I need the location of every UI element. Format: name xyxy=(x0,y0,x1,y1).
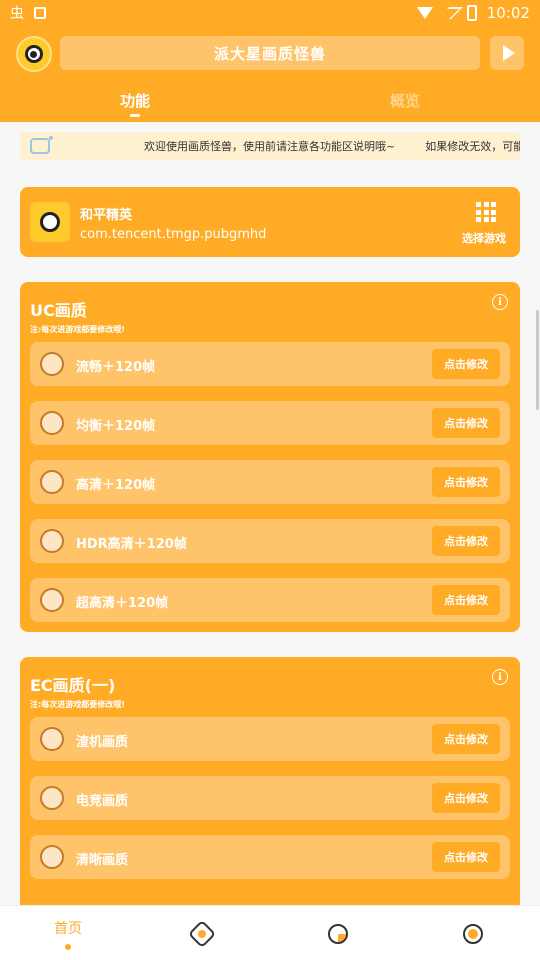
option-label: 超高清＋120帧 xyxy=(76,596,169,611)
quality-option-row: HDR高清＋120帧 点击修改 xyxy=(30,519,510,563)
section-note: 注:每次进游戏都要修改哦! xyxy=(30,700,125,709)
tab-function[interactable]: 功能 xyxy=(120,90,150,111)
rabbit-icon xyxy=(40,529,64,553)
notice-banner: 欢迎使用画质怪兽，使用前请注意各功能区说明哦~ 如果修改无效，可能 xyxy=(20,132,520,160)
option-label: 流畅＋120帧 xyxy=(76,360,156,375)
nav-profile[interactable] xyxy=(463,906,483,960)
wifi-icon xyxy=(416,7,433,19)
quality-option-row: 均衡＋120帧 点击修改 xyxy=(30,401,510,445)
nav-stats[interactable] xyxy=(328,906,348,960)
pie-chart-icon xyxy=(328,923,348,944)
scrollbar[interactable] xyxy=(536,310,539,410)
tab-overview[interactable]: 概览 xyxy=(390,90,420,111)
game-name: 和平精英 xyxy=(80,208,133,223)
info-icon[interactable]: i xyxy=(492,669,508,685)
option-label: 均衡＋120帧 xyxy=(76,419,156,434)
dragon-icon xyxy=(40,588,64,612)
option-label: 高清＋120帧 xyxy=(76,478,156,493)
modify-button[interactable]: 点击修改 xyxy=(432,842,500,872)
section-title: UC画质 xyxy=(30,301,87,320)
modify-button[interactable]: 点击修改 xyxy=(432,349,500,379)
app-header: 派大星画质怪兽 功能 概览 xyxy=(0,26,540,122)
active-indicator xyxy=(65,943,71,950)
uc-quality-section: UC画质 注:每次进游戏都要修改哦! i 流畅＋120帧 点击修改 均衡＋120… xyxy=(20,282,520,632)
game-package: com.tencent.tmgp.pubgmhd xyxy=(80,227,267,242)
nav-settings[interactable] xyxy=(187,906,217,960)
option-label: 渣机画质 xyxy=(76,735,129,750)
tiger-icon xyxy=(40,470,64,494)
mouse-icon xyxy=(40,352,64,376)
horse-icon xyxy=(40,786,64,810)
bottom-nav: 首页 xyxy=(0,905,540,960)
modify-button[interactable]: 点击修改 xyxy=(432,408,500,438)
grid-icon[interactable] xyxy=(476,202,496,222)
select-game-button[interactable]: 选择游戏 xyxy=(462,230,506,246)
quality-option-row: 超高清＋120帧 点击修改 xyxy=(30,578,510,622)
gear-icon xyxy=(187,919,217,948)
notice-text-2: 如果修改无效，可能 xyxy=(425,140,520,153)
info-icon[interactable]: i xyxy=(492,294,508,310)
nav-home[interactable]: 首页 xyxy=(38,906,98,960)
option-label: 清晰画质 xyxy=(76,853,129,868)
quality-option-row: 清晰画质 点击修改 xyxy=(30,835,510,879)
selected-game-card: 和平精英 com.tencent.tmgp.pubgmhd 选择游戏 xyxy=(20,187,520,257)
keyboard-icon xyxy=(34,7,46,19)
modify-button[interactable]: 点击修改 xyxy=(432,467,500,497)
section-title: EC画质(一) xyxy=(30,676,116,695)
quality-option-row: 流畅＋120帧 点击修改 xyxy=(30,342,510,386)
game-app-icon xyxy=(30,202,70,242)
play-button[interactable] xyxy=(490,36,524,70)
mascot-eye-icon xyxy=(25,45,43,63)
app-title: 派大星画质怪兽 xyxy=(60,36,480,70)
modify-button[interactable]: 点击修改 xyxy=(432,783,500,813)
option-label: HDR高清＋120帧 xyxy=(76,537,187,552)
modify-button[interactable]: 点击修改 xyxy=(432,526,500,556)
notice-text: 欢迎使用画质怪兽，使用前请注意各功能区说明哦~ xyxy=(144,140,396,153)
goat-icon xyxy=(40,845,64,869)
announcement-icon xyxy=(30,136,53,154)
status-bar: 虫 10:02 xyxy=(0,0,540,26)
ec-quality-section: EC画质(一) 注:每次进游戏都要修改哦! i 渣机画质 点击修改 电竞画质 点… xyxy=(20,657,520,917)
section-note: 注:每次进游戏都要修改哦! xyxy=(30,325,125,334)
modify-button[interactable]: 点击修改 xyxy=(432,585,500,615)
signal-icon xyxy=(436,7,463,19)
modify-button[interactable]: 点击修改 xyxy=(432,724,500,754)
cow-icon xyxy=(40,411,64,435)
avatar[interactable] xyxy=(16,36,52,72)
mascot-eye-icon xyxy=(40,212,60,232)
nav-home-label: 首页 xyxy=(54,920,82,937)
quality-option-row: 电竞画质 点击修改 xyxy=(30,776,510,820)
play-icon xyxy=(502,45,515,61)
app-notification-icon: 虫 xyxy=(10,6,24,22)
snake-icon xyxy=(40,727,64,751)
option-label: 电竞画质 xyxy=(76,794,129,809)
active-tab-indicator xyxy=(130,114,140,117)
quality-option-row: 渣机画质 点击修改 xyxy=(30,717,510,761)
profile-icon xyxy=(463,923,483,944)
battery-icon xyxy=(466,5,477,21)
quality-option-row: 高清＋120帧 点击修改 xyxy=(30,460,510,504)
status-time: 10:02 xyxy=(486,4,530,22)
